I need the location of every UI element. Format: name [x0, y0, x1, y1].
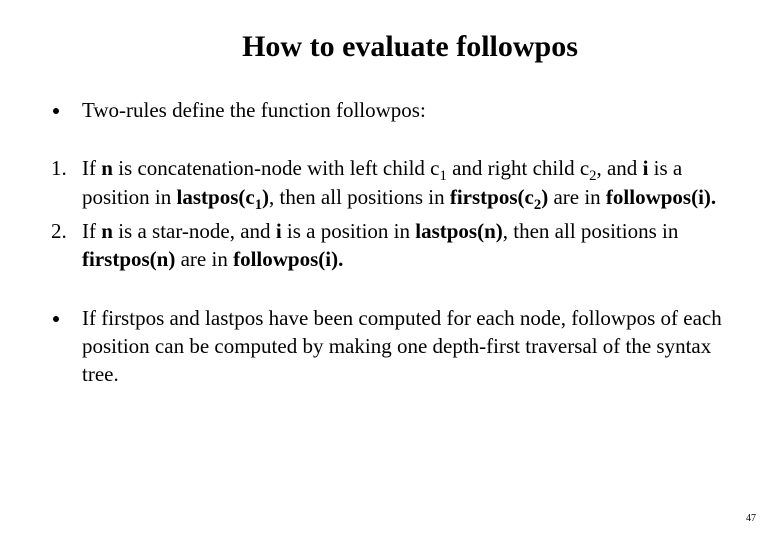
conclusion-bullet: If firstpos and lastpos have been comput… — [72, 304, 750, 389]
bold-followpos: followpos(i). — [606, 185, 716, 209]
t: , and — [596, 156, 642, 180]
intro-bullet: Two-rules define the function followpos: — [72, 96, 750, 124]
bold-n: n — [101, 156, 113, 180]
t: and right child c — [447, 156, 589, 180]
t: firstpos(c — [450, 185, 534, 209]
sub: 1 — [440, 169, 447, 185]
bold-followpos: followpos(i). — [233, 247, 343, 271]
rule-1: If n is concatenation-node with left chi… — [72, 154, 750, 211]
t: are in — [548, 185, 606, 209]
t: If — [82, 156, 101, 180]
bold-n: n — [101, 219, 113, 243]
t: is a star-node, and — [113, 219, 276, 243]
sub: 1 — [255, 197, 262, 213]
rules-list: If n is concatenation-node with left chi… — [30, 154, 750, 273]
rule-2: If n is a star-node, and i is a position… — [72, 217, 750, 274]
page-number: 47 — [746, 513, 756, 524]
t: is concatenation-node with left child c — [113, 156, 440, 180]
bold-firstpos: firstpos(n) — [82, 247, 175, 271]
bold-lastpos: lastpos(n) — [415, 219, 503, 243]
slide: How to evaluate followpos Two-rules defi… — [0, 0, 780, 540]
t: If — [82, 219, 101, 243]
t: lastpos(c — [177, 185, 255, 209]
t: , then all positions in — [503, 219, 679, 243]
t: are in — [175, 247, 233, 271]
page-title: How to evaluate followpos — [30, 30, 750, 64]
conclusion-list: If firstpos and lastpos have been comput… — [30, 304, 750, 389]
t: ) — [262, 185, 269, 209]
t: , then all positions in — [269, 185, 450, 209]
bold-firstpos: firstpos(c2) — [450, 185, 548, 209]
bold-lastpos: lastpos(c1) — [177, 185, 270, 209]
t: is a position in — [282, 219, 416, 243]
intro-list: Two-rules define the function followpos: — [30, 96, 750, 124]
